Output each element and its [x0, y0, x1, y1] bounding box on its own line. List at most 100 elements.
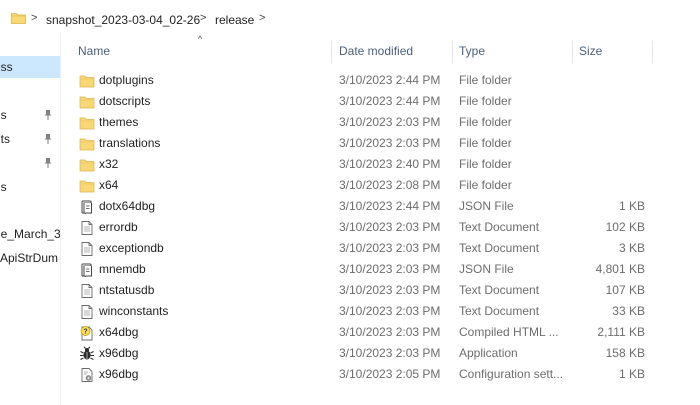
column-divider[interactable]	[652, 41, 653, 63]
json-file-icon	[79, 262, 95, 278]
file-date-modified: 3/10/2023 2:03 PM	[339, 220, 441, 234]
column-divider[interactable]	[331, 41, 332, 63]
file-date-modified: 3/10/2023 2:40 PM	[339, 157, 441, 171]
text-document-icon	[79, 304, 95, 320]
folder-icon	[11, 13, 26, 24]
column-header-row: Name Date modified Type Size	[60, 39, 700, 63]
pin-icon	[44, 134, 52, 144]
help-file-icon: ?	[79, 325, 95, 341]
folder-icon	[79, 178, 95, 194]
json-file-icon	[79, 199, 95, 215]
file-type: File folder	[459, 136, 512, 150]
file-size: 2,111 KB	[597, 325, 645, 339]
file-type: Text Document	[459, 241, 540, 255]
file-date-modified: 3/10/2023 2:03 PM	[339, 136, 441, 150]
file-date-modified: 3/10/2023 2:08 PM	[339, 178, 441, 192]
file-row[interactable]: x64 3/10/2023 2:08 PM File folder	[60, 175, 700, 196]
nav-item-label: ns	[0, 180, 7, 194]
file-name: dotx64dbg	[99, 199, 156, 213]
file-type: File folder	[459, 94, 512, 108]
file-size: 102 KB	[605, 220, 645, 234]
nav-item-label: ds	[0, 108, 7, 122]
file-type: JSON File	[459, 199, 514, 213]
file-name: errordb	[99, 220, 138, 234]
file-date-modified: 3/10/2023 2:44 PM	[339, 73, 441, 87]
text-document-icon	[79, 283, 95, 299]
file-row[interactable]: exceptiondb 3/10/2023 2:03 PM Text Documen…	[60, 238, 700, 259]
column-header-name[interactable]: Name	[78, 39, 328, 63]
file-type: File folder	[459, 178, 512, 192]
file-date-modified: 3/10/2023 2:03 PM	[339, 283, 441, 297]
file-date-modified: 3/10/2023 2:03 PM	[339, 241, 441, 255]
folder-icon	[79, 115, 95, 131]
file-row[interactable]: x96dbg 3/10/2023 2:03 PM Application 158 KB	[60, 343, 700, 364]
file-size: 158 KB	[605, 346, 645, 360]
nav-item-documents[interactable]: nts	[0, 128, 60, 150]
file-type: Application	[459, 346, 518, 360]
column-header-size[interactable]: Size	[579, 39, 649, 63]
address-bar[interactable]: > snapshot_2023-03-04_02-26 > release >	[0, 6, 700, 35]
file-name: translations	[99, 136, 161, 150]
file-type: JSON File	[459, 262, 514, 276]
file-name: x64dbg	[99, 325, 139, 339]
breadcrumb-segment-snapshot[interactable]: snapshot_2023-03-04_02-26	[46, 13, 200, 27]
nav-item-pinned-folder[interactable]: ns	[0, 176, 60, 198]
nav-item-label: ess	[0, 60, 13, 74]
file-row[interactable]: themes 3/10/2023 2:03 PM File folder	[60, 112, 700, 133]
nav-item-pictures[interactable]	[0, 152, 60, 174]
file-row[interactable]: ? x64dbg 3/10/2023 2:03 PM Compiled HTML ..…	[60, 322, 700, 343]
file-type: Text Document	[459, 283, 540, 297]
folder-icon	[79, 94, 95, 110]
file-name: x64	[99, 178, 119, 192]
file-date-modified: 3/10/2023 2:44 PM	[339, 94, 441, 108]
file-date-modified: 3/10/2023 2:03 PM	[339, 262, 441, 276]
file-row[interactable]: errordb 3/10/2023 2:03 PM Text Document 102…	[60, 217, 700, 238]
file-size: 107 KB	[605, 283, 645, 297]
file-date-modified: 3/10/2023 2:44 PM	[339, 199, 441, 213]
file-date-modified: 3/10/2023 2:03 PM	[339, 115, 441, 129]
folder-icon	[79, 73, 95, 89]
file-date-modified: 3/10/2023 2:05 PM	[339, 367, 441, 381]
breadcrumb-chevron[interactable]: >	[200, 12, 206, 24]
file-row[interactable]: x96dbg 3/10/2023 2:05 PM Configuration set…	[60, 364, 700, 385]
breadcrumb-chevron[interactable]: >	[31, 12, 37, 24]
folder-icon	[79, 136, 95, 152]
breadcrumb-segment-release[interactable]: release	[215, 13, 254, 27]
column-divider[interactable]	[572, 41, 573, 63]
text-document-icon	[79, 220, 95, 236]
column-header-type[interactable]: Type	[459, 39, 569, 63]
folder-icon	[79, 157, 95, 173]
file-row[interactable]: ntstatusdb 3/10/2023 2:03 PM Text Document…	[60, 280, 700, 301]
file-row[interactable]: dotx64dbg 3/10/2023 2:44 PM JSON File 1 KB	[60, 196, 700, 217]
file-name: x96dbg	[99, 367, 139, 381]
nav-item-downloads[interactable]: ds	[0, 104, 60, 126]
column-header-date-modified[interactable]: Date modified	[339, 39, 449, 63]
breadcrumb-chevron[interactable]: >	[259, 12, 265, 24]
nav-item-folder-march[interactable]: de_March_3	[0, 223, 60, 245]
bug-application-icon	[79, 346, 95, 362]
file-row[interactable]: translations 3/10/2023 2:03 PM File folder	[60, 133, 700, 154]
file-name: mnemdb	[99, 262, 146, 276]
file-name: winconstants	[99, 304, 169, 318]
text-document-icon	[79, 241, 95, 257]
file-type: File folder	[459, 73, 512, 87]
column-divider[interactable]	[452, 41, 453, 63]
file-row[interactable]: x32 3/10/2023 2:40 PM File folder	[60, 154, 700, 175]
file-type: Text Document	[459, 304, 540, 318]
file-row[interactable]: winconstants 3/10/2023 2:03 PM Text Docume…	[60, 301, 700, 322]
nav-item-folder-apistrdump[interactable]: sApiStrDum	[0, 247, 60, 269]
file-date-modified: 3/10/2023 2:03 PM	[339, 346, 441, 360]
file-type: Configuration sett...	[459, 367, 564, 381]
pin-icon	[44, 110, 52, 120]
file-row[interactable]: dotplugins 3/10/2023 2:44 PM File folder	[60, 70, 700, 91]
svg-text:?: ?	[83, 329, 87, 336]
file-name: x96dbg	[99, 346, 139, 360]
nav-item-quick-access[interactable]: ess	[0, 56, 60, 78]
file-date-modified: 3/10/2023 2:03 PM	[339, 304, 441, 318]
file-name: ntstatusdb	[99, 283, 155, 297]
pin-icon	[44, 158, 52, 168]
file-size: 1 KB	[618, 199, 645, 213]
file-row[interactable]: dotscripts 3/10/2023 2:44 PM File folder	[60, 91, 700, 112]
file-row[interactable]: mnemdb 3/10/2023 2:03 PM JSON File 4,801 KB	[60, 259, 700, 280]
file-list: ^ Name Date modified Type Size dotplugin…	[60, 34, 700, 405]
